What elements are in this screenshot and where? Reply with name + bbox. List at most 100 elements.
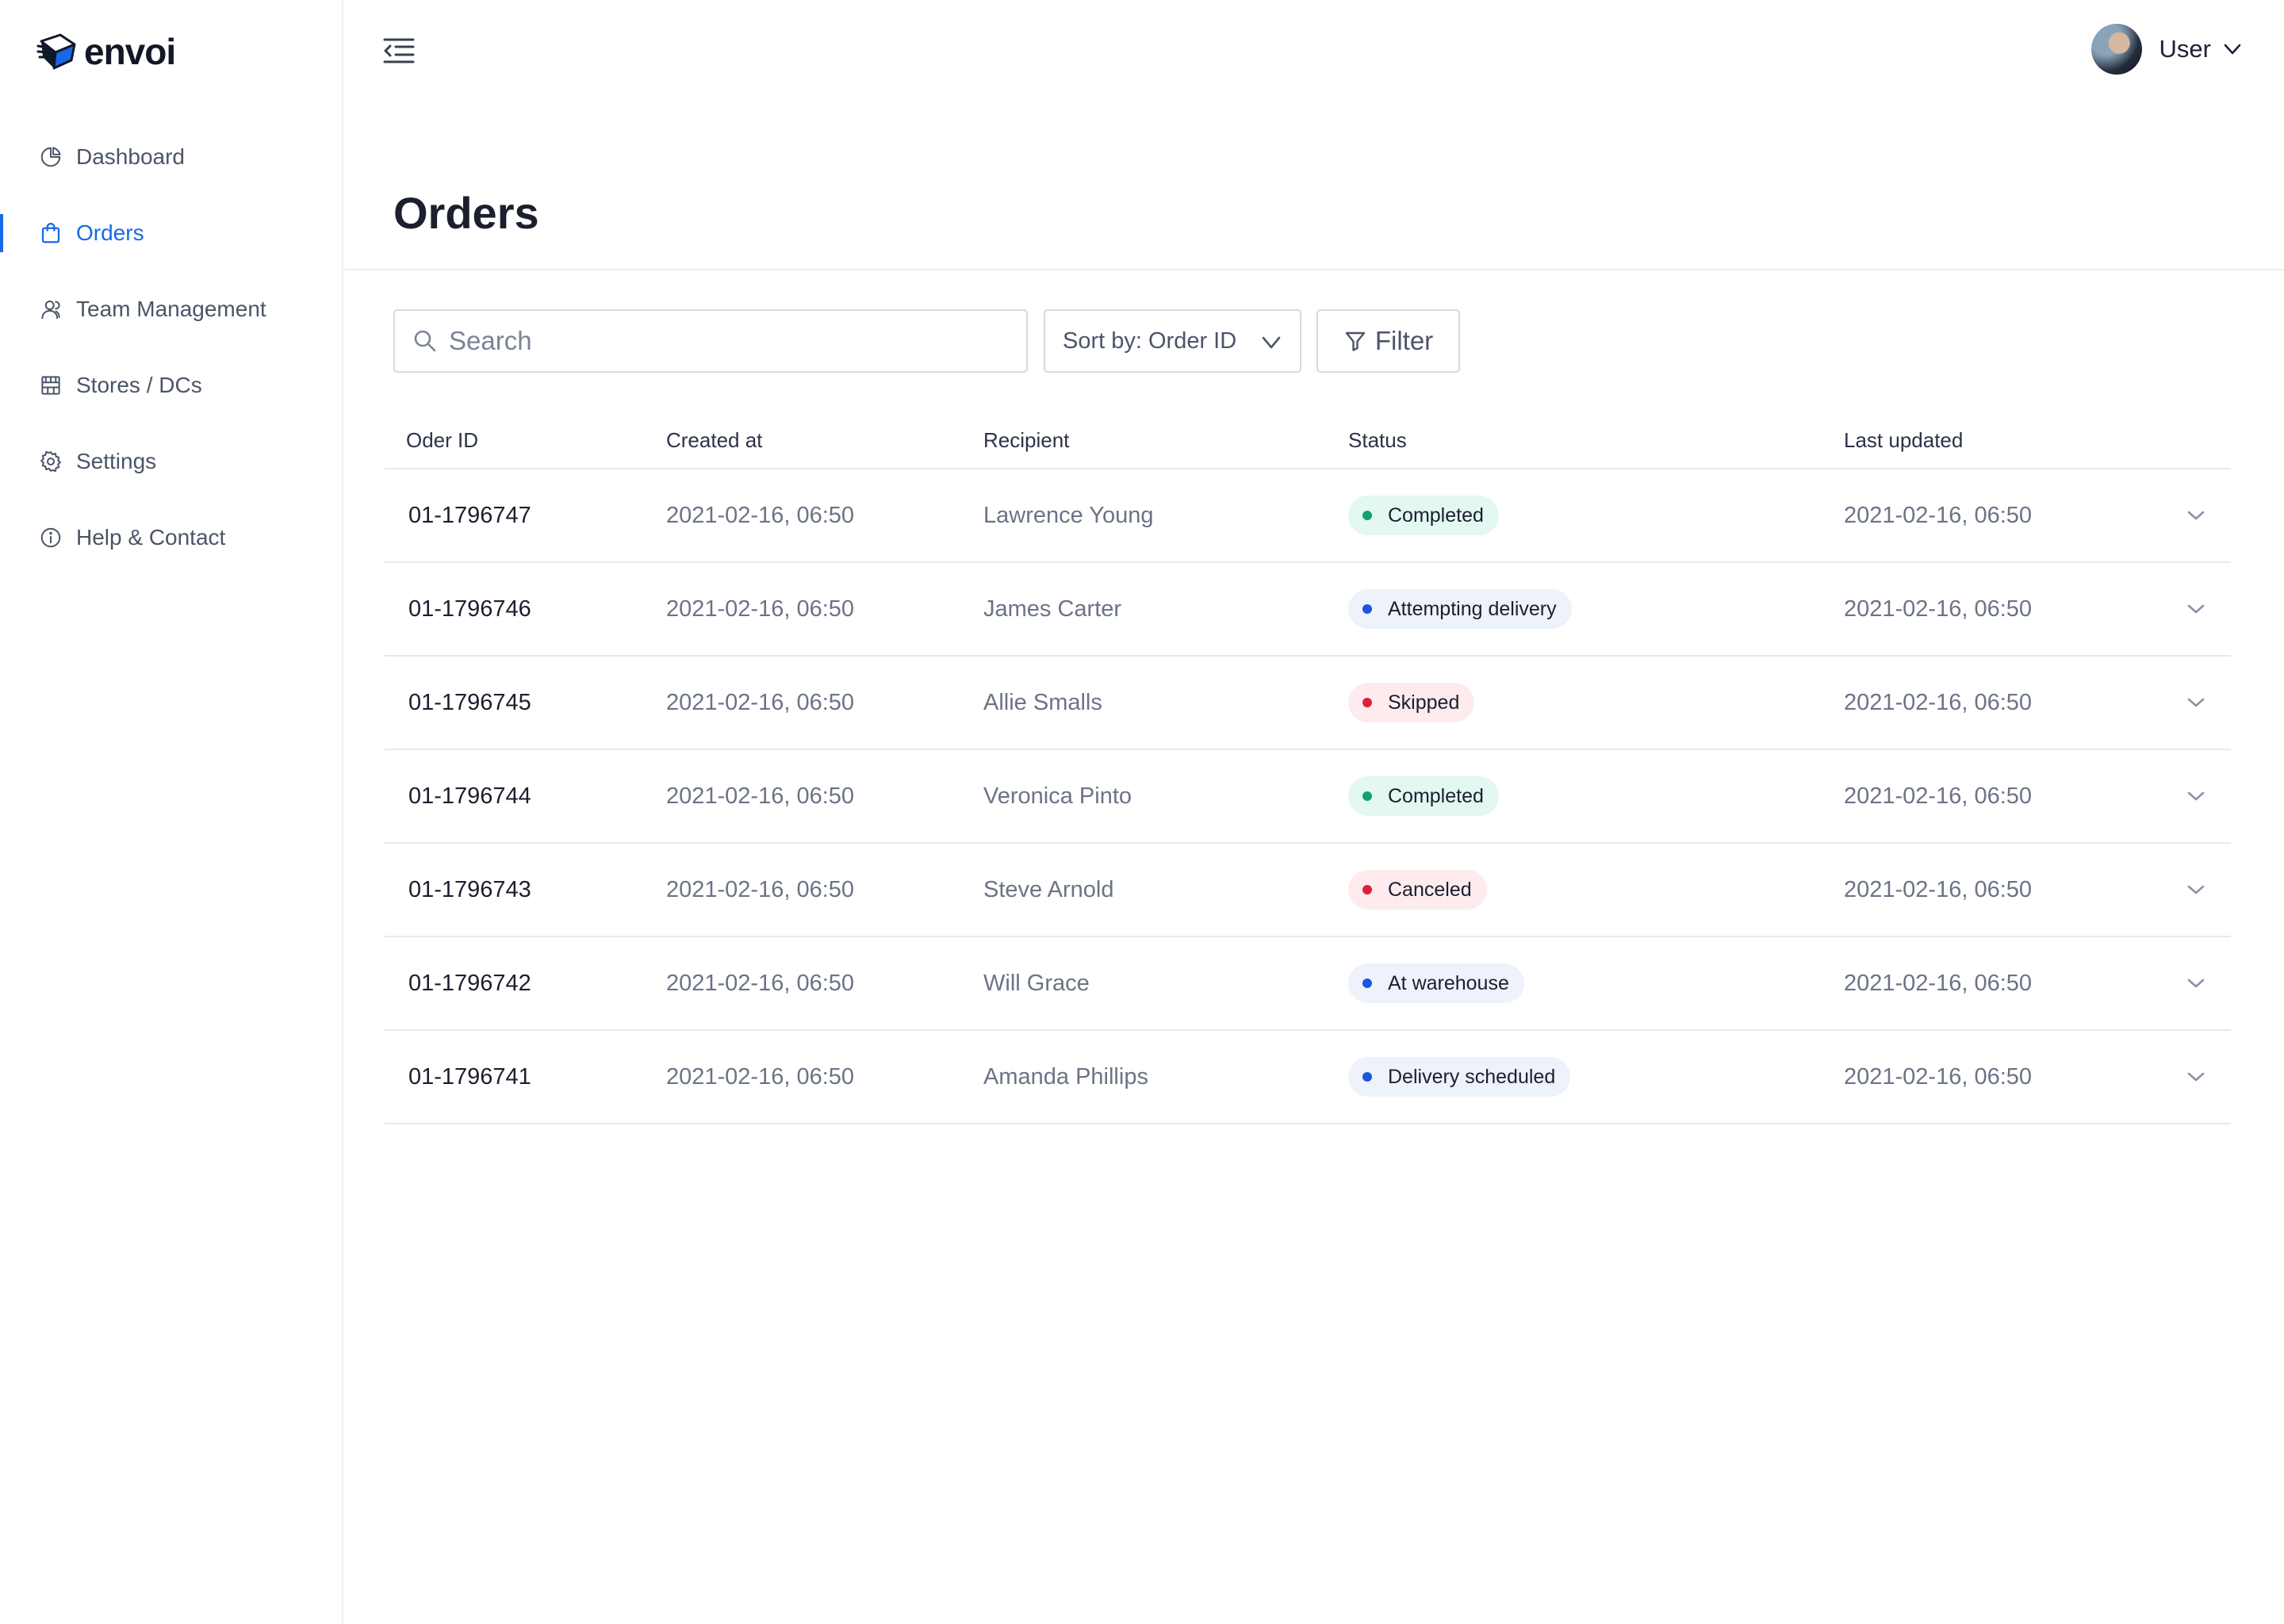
status-label: At warehouse	[1388, 971, 1509, 994]
info-icon	[38, 525, 63, 550]
column-header-created-at[interactable]: Created at	[666, 428, 983, 453]
sort-select[interactable]: Sort by: Order ID	[1044, 309, 1301, 373]
table-body: 01-1796747 2021-02-16, 06:50 Lawrence Youn…	[385, 469, 2231, 1124]
table-row[interactable]: 01-1796745 2021-02-16, 06:50 Allie Smalls S…	[385, 657, 2231, 750]
chevron-down-icon	[2187, 791, 2205, 801]
status-dot	[1362, 885, 1372, 894]
created-at: 2021-02-16, 06:50	[666, 502, 855, 528]
chevron-down-icon	[1262, 336, 1281, 349]
envoi-logo-icon	[36, 33, 76, 70]
status-label: Skipped	[1388, 691, 1460, 714]
column-header-last-updated[interactable]: Last updated	[1844, 428, 2161, 453]
sidebar-nav: Dashboard Orders Team Management Stores …	[0, 119, 343, 576]
order-id[interactable]: 01-1796746	[408, 596, 531, 622]
status-label: Canceled	[1388, 878, 1472, 901]
sidebar-item-label: Orders	[76, 220, 144, 245]
created-at: 2021-02-16, 06:50	[666, 1063, 855, 1090]
status-label: Completed	[1388, 504, 1484, 527]
expand-row-button[interactable]	[2180, 1061, 2212, 1093]
sidebar-item-dashboard[interactable]: Dashboard	[0, 119, 343, 195]
expand-row-button[interactable]	[2180, 874, 2212, 906]
table-row[interactable]: 01-1796743 2021-02-16, 06:50 Steve Arnold C…	[385, 844, 2231, 937]
status-label: Attempting delivery	[1388, 597, 1557, 620]
status-badge: Skipped	[1348, 683, 1475, 722]
order-id[interactable]: 01-1796741	[408, 1064, 531, 1090]
collapse-sidebar-icon[interactable]	[381, 33, 416, 68]
sort-label: Sort by: Order ID	[1063, 327, 1237, 354]
expand-row-button[interactable]	[2180, 593, 2212, 625]
brand-logo[interactable]: envoi	[36, 30, 176, 73]
table-row[interactable]: 01-1796746 2021-02-16, 06:50 James Carter A…	[385, 563, 2231, 657]
order-id[interactable]: 01-1796743	[408, 877, 531, 902]
sidebar-item-label: Team Management	[76, 297, 266, 321]
expand-row-button[interactable]	[2180, 500, 2212, 531]
gear-icon	[38, 449, 63, 474]
table-row[interactable]: 01-1796742 2021-02-16, 06:50 Will Grace At …	[385, 937, 2231, 1031]
search-icon	[414, 330, 436, 352]
last-updated: 2021-02-16, 06:50	[1844, 876, 2033, 902]
chevron-down-icon	[2187, 885, 2205, 894]
pie-chart-icon	[38, 144, 63, 170]
column-header-recipient[interactable]: Recipient	[983, 428, 1348, 453]
brand-name: envoi	[84, 31, 176, 72]
shopping-bag-icon	[38, 220, 63, 246]
expand-row-button[interactable]	[2180, 687, 2212, 718]
created-at: 2021-02-16, 06:50	[666, 970, 855, 996]
status-dot	[1362, 791, 1372, 801]
status-dot	[1362, 979, 1372, 988]
status-dot	[1362, 604, 1372, 614]
last-updated: 2021-02-16, 06:50	[1844, 502, 2033, 528]
table-row[interactable]: 01-1796741 2021-02-16, 06:50 Amanda Philli…	[385, 1031, 2231, 1124]
status-badge: Completed	[1348, 496, 1499, 535]
sidebar-item-orders[interactable]: Orders	[0, 195, 343, 271]
sidebar-item-settings[interactable]: Settings	[0, 423, 343, 500]
last-updated: 2021-02-16, 06:50	[1844, 689, 2033, 715]
user-menu[interactable]: User	[2090, 24, 2243, 75]
search-input[interactable]	[449, 326, 1004, 356]
status-badge: Canceled	[1348, 870, 1487, 910]
order-id[interactable]: 01-1796744	[408, 783, 531, 809]
recipient-name: Amanda Phillips	[983, 1063, 1148, 1090]
status-badge: Attempting delivery	[1348, 589, 1572, 629]
sidebar-item-help-contact[interactable]: Help & Contact	[0, 500, 343, 576]
last-updated: 2021-02-16, 06:50	[1844, 970, 2033, 996]
status-label: Delivery scheduled	[1388, 1065, 1556, 1088]
order-id[interactable]: 01-1796747	[408, 503, 531, 528]
expand-row-button[interactable]	[2180, 780, 2212, 812]
chevron-down-icon	[2187, 979, 2205, 988]
status-dot	[1362, 1072, 1372, 1082]
filter-icon	[1345, 331, 1366, 351]
sidebar-item-label: Stores / DCs	[76, 373, 202, 397]
column-header-order-id[interactable]: Oder ID	[385, 428, 666, 453]
user-name: User	[2159, 35, 2211, 63]
status-label: Completed	[1388, 784, 1484, 807]
sidebar-item-stores[interactable]: Stores / DCs	[0, 347, 343, 423]
order-id[interactable]: 01-1796745	[408, 690, 531, 715]
recipient-name: Allie Smalls	[983, 689, 1102, 715]
column-header-status[interactable]: Status	[1348, 428, 1844, 453]
order-id[interactable]: 01-1796742	[408, 971, 531, 996]
chevron-down-icon	[2187, 511, 2205, 520]
table-header: Oder ID Created at Recipient Status Last…	[385, 412, 2231, 469]
filter-button[interactable]: Filter	[1316, 309, 1460, 373]
created-at: 2021-02-16, 06:50	[666, 876, 855, 902]
recipient-name: Steve Arnold	[983, 876, 1114, 902]
sidebar-item-label: Help & Contact	[76, 525, 226, 550]
sidebar-item-team-management[interactable]: Team Management	[0, 271, 343, 347]
table-row[interactable]: 01-1796744 2021-02-16, 06:50 Veronica Pint…	[385, 750, 2231, 844]
last-updated: 2021-02-16, 06:50	[1844, 1063, 2033, 1090]
sidebar: envoi Dashboard Orders Team Management S…	[0, 0, 343, 1624]
last-updated: 2021-02-16, 06:50	[1844, 596, 2033, 622]
table-row[interactable]: 01-1796747 2021-02-16, 06:50 Lawrence Youn…	[385, 469, 2231, 563]
created-at: 2021-02-16, 06:50	[666, 596, 855, 622]
status-dot	[1362, 698, 1372, 707]
app-root: envoi Dashboard Orders Team Management S…	[0, 0, 2284, 1624]
status-badge: Completed	[1348, 776, 1499, 816]
chevron-down-icon	[2224, 44, 2241, 55]
header-divider	[345, 269, 2284, 270]
search-field[interactable]	[393, 309, 1028, 373]
expand-row-button[interactable]	[2180, 967, 2212, 999]
status-badge: Delivery scheduled	[1348, 1057, 1571, 1097]
status-dot	[1362, 511, 1372, 520]
chevron-down-icon	[2187, 604, 2205, 614]
